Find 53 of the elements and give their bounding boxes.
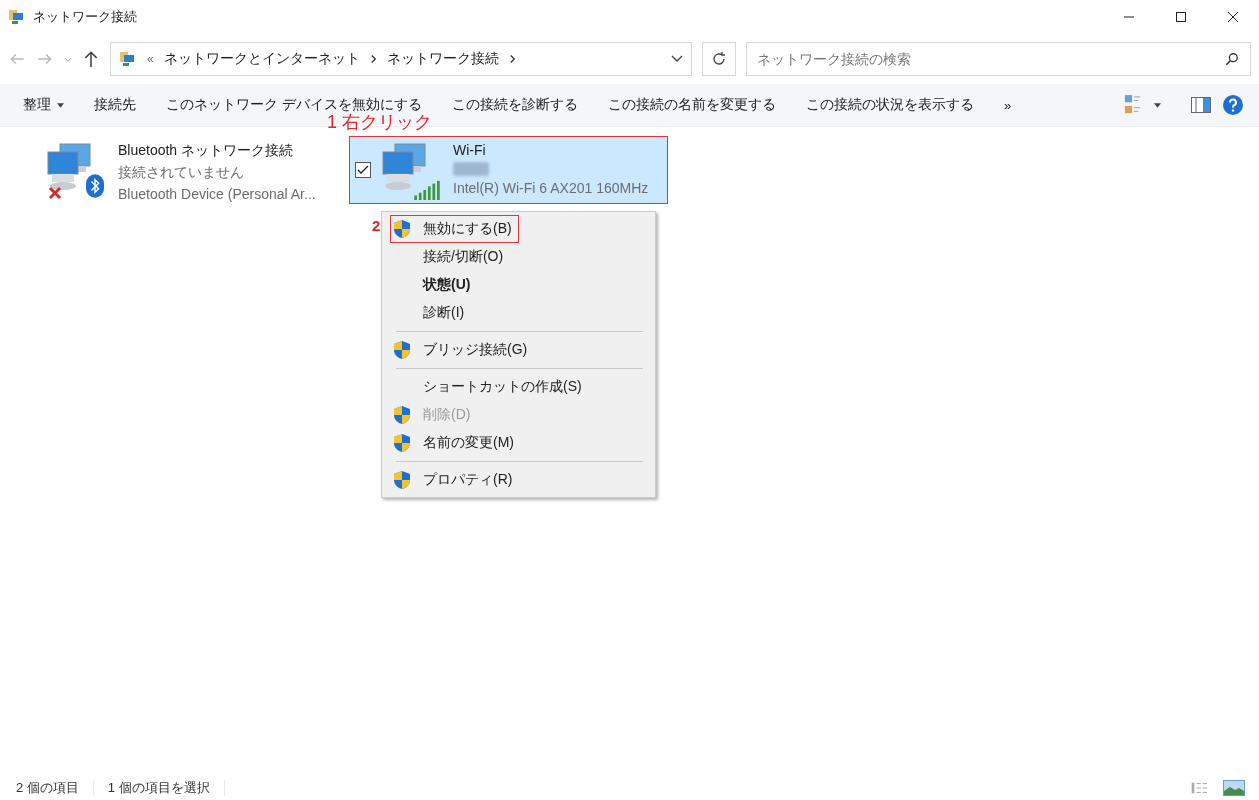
menu-item[interactable]: 診断(I) bbox=[390, 299, 472, 327]
connection-item[interactable]: Bluetooth ネットワーク接続 接続されていません Bluetooth Device (Personal Ar... bbox=[45, 137, 335, 207]
caret-icon[interactable] bbox=[1154, 102, 1161, 108]
path-overflow[interactable]: « bbox=[147, 52, 154, 66]
menu-item[interactable]: プロパティ(R) bbox=[390, 466, 520, 494]
network-folder-icon bbox=[8, 8, 26, 26]
up-icon[interactable] bbox=[82, 50, 100, 68]
shield-icon bbox=[393, 340, 411, 360]
shield-icon bbox=[393, 219, 411, 239]
selection-count: 1 個の項目を選択 bbox=[107, 779, 210, 797]
preview-pane-icon[interactable] bbox=[1191, 97, 1211, 113]
toolbar-button[interactable]: この接続の状況を表示する bbox=[790, 90, 989, 120]
connection-item[interactable]: Wi-Fi Intel(R) Wi-Fi 6 AX201 160MHz bbox=[349, 136, 668, 204]
large-icons-view-icon[interactable] bbox=[1223, 780, 1245, 796]
toolbar-button[interactable]: この接続の名前を変更する bbox=[592, 90, 791, 120]
connection-name: Wi-Fi bbox=[453, 142, 487, 158]
address-field[interactable]: « ネットワークとインターネット ネットワーク接続 bbox=[110, 42, 692, 76]
signal-bars-icon bbox=[413, 180, 441, 200]
bluetooth-icon bbox=[86, 174, 104, 198]
menu-item[interactable]: 接続/切断(O) bbox=[390, 243, 511, 271]
view-options-icon[interactable] bbox=[1124, 94, 1142, 116]
window-title: ネットワーク接続 bbox=[33, 8, 137, 26]
help-icon[interactable] bbox=[1223, 95, 1243, 115]
refresh-icon bbox=[711, 51, 727, 67]
connection-name: Bluetooth ネットワーク接続 bbox=[118, 142, 295, 160]
menu-item[interactable]: ショートカットの作成(S) bbox=[390, 373, 589, 401]
connection-status: 接続されていません bbox=[118, 164, 245, 182]
menu-item[interactable]: 無効にする(B) bbox=[390, 215, 519, 243]
search-icon[interactable] bbox=[1225, 52, 1239, 66]
dropdown-caret-icon[interactable] bbox=[671, 55, 683, 63]
more-button[interactable]: » bbox=[988, 91, 1027, 119]
breadcrumb[interactable]: ネットワークとインターネット bbox=[163, 50, 360, 68]
chevron-icon[interactable] bbox=[508, 54, 516, 64]
toolbar-button[interactable]: 整理 bbox=[8, 90, 79, 120]
shield-icon bbox=[393, 470, 411, 490]
checkbox[interactable] bbox=[355, 162, 371, 178]
refresh-button[interactable] bbox=[702, 42, 736, 76]
chevron-icon[interactable] bbox=[369, 54, 377, 64]
device-name: Intel(R) Wi-Fi 6 AX201 160MHz bbox=[453, 180, 649, 196]
toolbar-button[interactable]: この接続を診断する bbox=[436, 90, 593, 120]
menu-item[interactable]: 名前の変更(M) bbox=[390, 429, 521, 457]
device-name: Bluetooth Device (Personal Ar... bbox=[118, 186, 316, 202]
toolbar-button[interactable]: 接続先 bbox=[79, 90, 151, 120]
menu-item[interactable]: ブリッジ接続(G) bbox=[390, 336, 535, 364]
shield-icon bbox=[393, 433, 411, 453]
breadcrumb[interactable]: ネットワーク接続 bbox=[386, 50, 499, 68]
menu-item[interactable]: 状態(U) bbox=[390, 271, 478, 299]
step-number: 2 bbox=[372, 217, 381, 234]
search-field[interactable]: ネットワーク接続の検索 bbox=[746, 42, 1251, 76]
step-label: 1 右クリック bbox=[327, 112, 432, 134]
shield-icon bbox=[393, 405, 411, 425]
item-count: 2 個の項目 bbox=[16, 779, 79, 797]
network-folder-icon bbox=[119, 50, 137, 68]
